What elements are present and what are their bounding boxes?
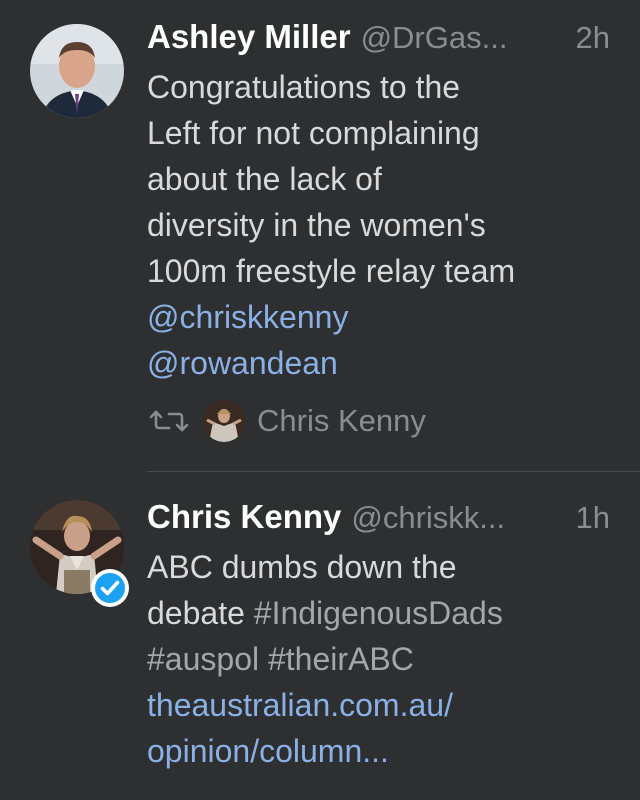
tweet-text-line: diversity in the women's: [147, 207, 486, 243]
retweet-icon: [147, 408, 191, 434]
mention-link[interactable]: @rowandean: [147, 340, 610, 386]
timestamp: 2h: [575, 20, 610, 55]
verified-badge-icon: [91, 569, 129, 607]
tweet-text-line: Congratulations to the: [147, 69, 461, 105]
url-link[interactable]: opinion/column...: [147, 728, 610, 774]
tweet[interactable]: Chris Kenny @chriskk... 1h ABC dumbs dow…: [0, 472, 640, 800]
retweeter-name[interactable]: Chris Kenny: [257, 403, 426, 439]
tweet-text-line: 100m freestyle relay team: [147, 253, 516, 289]
hashtag-link[interactable]: #auspol: [147, 641, 259, 677]
author-handle[interactable]: @chriskk...: [351, 500, 555, 536]
tweet-text-line: #auspol #theirABC: [147, 636, 610, 682]
avatar[interactable]: [30, 24, 124, 118]
tweet-text-line: Left for not complaining: [147, 115, 480, 151]
retweeter-avatar[interactable]: [203, 400, 245, 442]
hashtag-link[interactable]: #theirABC: [268, 641, 414, 677]
author-name[interactable]: Chris Kenny: [147, 498, 341, 536]
tweet-text-line: debate #IndigenousDads: [147, 590, 610, 636]
tweet-text-line: ABC dumbs down the: [147, 549, 457, 585]
author-name[interactable]: Ashley Miller: [147, 18, 351, 56]
mention-link[interactable]: @chriskkenny: [147, 294, 610, 340]
tweet-text-line: about the lack of: [147, 161, 382, 197]
tweet-text: ABC dumbs down the debate #IndigenousDad…: [147, 544, 610, 774]
tweet-text-fragment: debate: [147, 595, 254, 631]
url-link[interactable]: theaustralian.com.au/: [147, 682, 610, 728]
tweet[interactable]: Ashley Miller @DrGas... 2h Congratulatio…: [0, 0, 640, 472]
retweeted-by[interactable]: Chris Kenny: [147, 398, 426, 444]
author-handle[interactable]: @DrGas...: [361, 20, 556, 56]
timestamp: 1h: [575, 500, 610, 535]
tweet-text: Congratulations to the Left for not comp…: [147, 64, 610, 386]
hashtag-link[interactable]: #IndigenousDads: [254, 595, 503, 631]
